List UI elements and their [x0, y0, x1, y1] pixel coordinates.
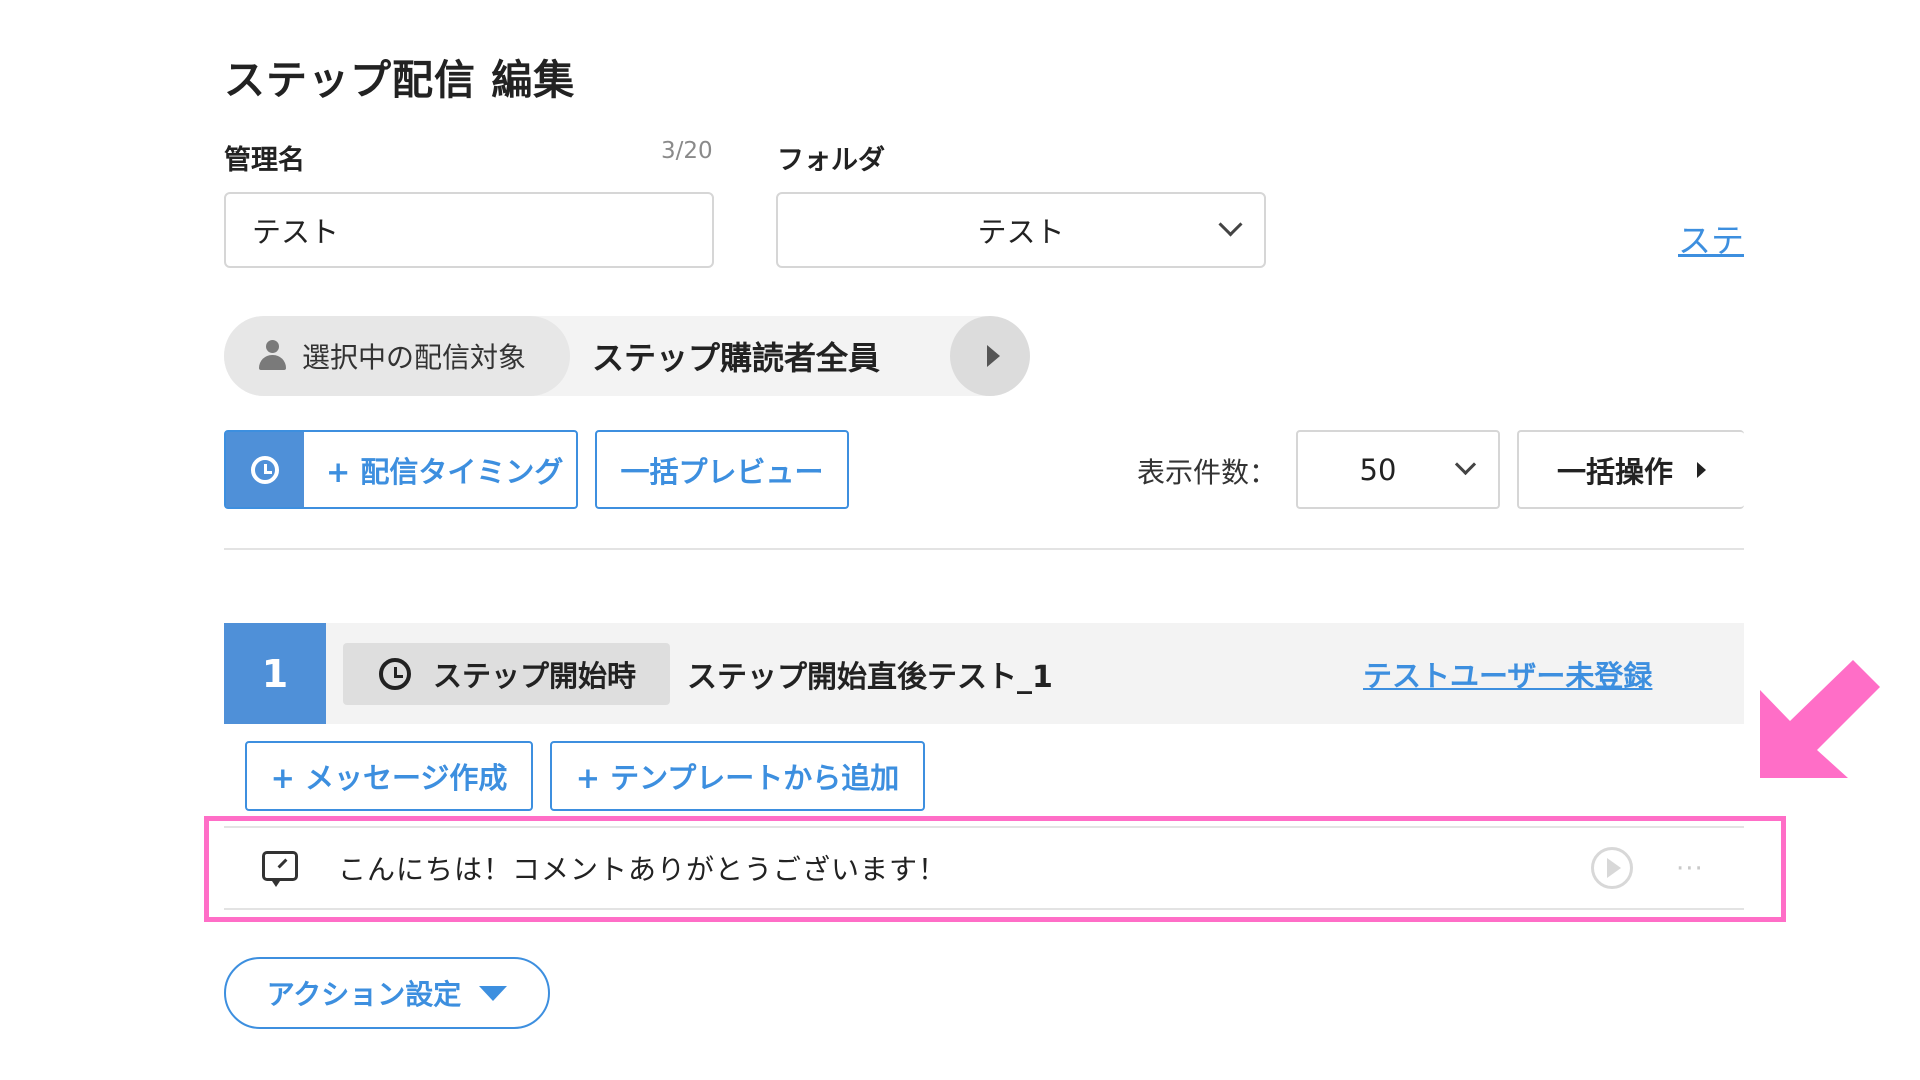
- folder-select-value: テスト: [977, 215, 1065, 249]
- delivery-target-label-box: 選択中の配信対象: [224, 316, 570, 396]
- display-count-select[interactable]: 50: [1296, 430, 1500, 509]
- action-settings-button[interactable]: アクション設定: [224, 957, 550, 1029]
- clock-icon: [251, 455, 279, 484]
- name-input-value: テスト: [252, 215, 340, 249]
- delivery-target-value: ステップ購読者全員: [592, 339, 881, 377]
- step-link[interactable]: ステ: [1678, 214, 1744, 262]
- bulk-operation-button[interactable]: 一括操作: [1517, 430, 1744, 509]
- step-name: ステップ開始直後テスト_1: [687, 659, 1053, 695]
- caret-down-icon: [479, 985, 508, 1001]
- person-icon: [258, 340, 286, 372]
- highlight-annotation-box: [204, 816, 1786, 922]
- display-count-label: 表示件数：: [1137, 456, 1278, 489]
- caret-right-icon: [1697, 461, 1706, 478]
- bulk-preview-label: 一括プレビュー: [620, 454, 824, 489]
- delivery-target-next-button[interactable]: [950, 316, 1030, 396]
- name-input[interactable]: テスト: [224, 192, 714, 268]
- folder-select[interactable]: テスト: [776, 192, 1266, 268]
- caret-right-icon: [986, 345, 1000, 367]
- display-count-value: 50: [1359, 452, 1397, 487]
- page-title: ステップ配信 編集: [224, 56, 576, 104]
- section-divider: [224, 548, 1744, 550]
- step-number: 1: [224, 623, 326, 724]
- name-char-counter: 3/20: [661, 138, 713, 164]
- clock-icon-box: [226, 432, 304, 507]
- chevron-down-icon: [1218, 212, 1243, 237]
- create-message-button[interactable]: + メッセージ作成: [245, 741, 533, 811]
- clock-icon: [379, 658, 411, 690]
- test-user-unregistered-link[interactable]: テストユーザー未登録: [1363, 623, 1652, 724]
- bulk-operation-label: 一括操作: [1556, 454, 1673, 489]
- add-delivery-timing-label: + 配信タイミング: [326, 454, 564, 489]
- step-timing-badge[interactable]: ステップ開始時: [343, 643, 670, 705]
- step-timing-label: ステップ開始時: [433, 659, 637, 693]
- action-settings-label: アクション設定: [266, 978, 462, 1011]
- delivery-target-label: 選択中の配信対象: [302, 341, 527, 374]
- name-label: 管理名: [224, 145, 305, 176]
- folder-label: フォルダ: [777, 145, 885, 176]
- chevron-down-icon: [1454, 453, 1477, 476]
- add-delivery-timing-button[interactable]: + 配信タイミング: [224, 430, 578, 509]
- pink-arrow-icon: [1760, 660, 1880, 778]
- bulk-preview-button[interactable]: 一括プレビュー: [595, 430, 849, 509]
- add-from-template-button[interactable]: + テンプレートから追加: [550, 741, 925, 811]
